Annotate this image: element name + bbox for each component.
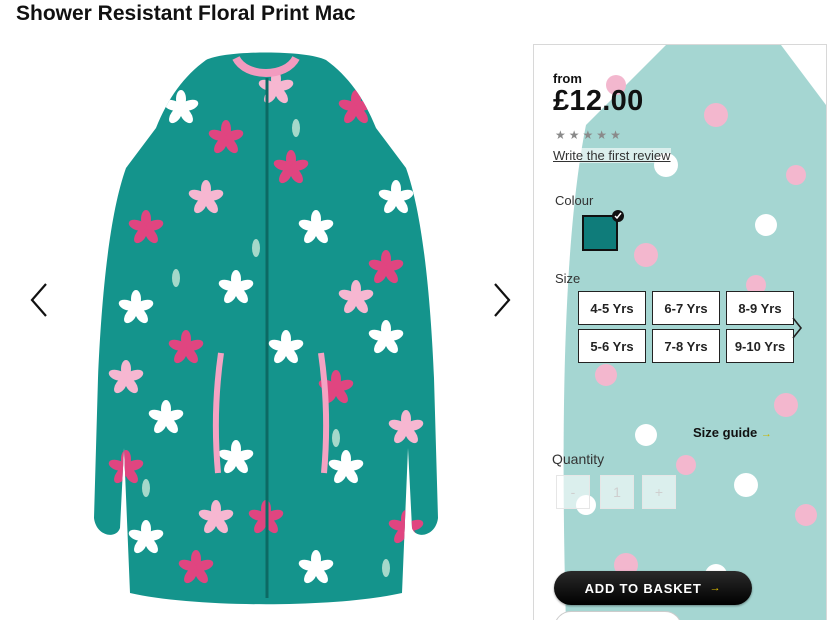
star-icon: ★	[555, 128, 566, 142]
rating-stars: ★ ★ ★ ★ ★	[555, 129, 621, 141]
product-gallery	[0, 40, 530, 619]
size-guide-link[interactable]: Size guide →	[693, 425, 772, 440]
add-to-basket-button[interactable]: ADD TO BASKET →	[554, 571, 752, 605]
star-icon: ★	[568, 128, 580, 142]
star-icon: ★	[610, 128, 621, 142]
quantity-input[interactable]: 1	[600, 475, 634, 509]
check-icon	[612, 210, 624, 222]
size-option-5-6[interactable]: 5-6 Yrs	[578, 329, 646, 363]
colour-swatch-teal[interactable]	[582, 215, 618, 251]
purchase-panel: from £12.00 ★ ★ ★ ★ ★ Write the first re…	[533, 44, 827, 620]
gallery-next-button[interactable]	[487, 278, 517, 322]
size-guide-label: Size guide	[693, 425, 758, 440]
size-option-4-5[interactable]: 4-5 Yrs	[578, 291, 646, 325]
arrow-right-icon: →	[760, 428, 772, 440]
quantity-increase-button[interactable]: +	[642, 475, 676, 509]
size-option-9-10[interactable]: 9-10 Yrs	[726, 329, 794, 363]
size-label: Size	[555, 271, 581, 286]
size-option-7-8[interactable]: 7-8 Yrs	[652, 329, 720, 363]
chevron-left-icon	[30, 283, 47, 317]
write-review-link[interactable]: Write the first review	[553, 148, 671, 163]
add-to-basket-label: ADD TO BASKET	[584, 580, 702, 596]
size-next-button[interactable]	[786, 313, 808, 343]
quantity-decrease-button[interactable]: -	[556, 475, 590, 509]
size-option-8-9[interactable]: 8-9 Yrs	[726, 291, 794, 325]
product-title: Shower Resistant Floral Print Mac	[16, 2, 356, 25]
quantity-label: Quantity	[552, 451, 605, 467]
product-price: £12.00	[553, 85, 644, 117]
product-image	[94, 52, 438, 605]
size-option-6-7[interactable]: 6-7 Yrs	[652, 291, 720, 325]
price-prefix: from	[553, 71, 582, 86]
chevron-right-icon	[494, 283, 511, 317]
chevron-right-icon	[792, 317, 803, 339]
arrow-right-icon: →	[709, 582, 722, 594]
size-options: 4-5 Yrs 6-7 Yrs 8-9 Yrs 5-6 Yrs 7-8 Yrs …	[578, 291, 818, 367]
star-icon: ★	[596, 128, 608, 142]
colour-label: Colour	[555, 193, 594, 208]
star-icon: ★	[582, 128, 594, 142]
gallery-prev-button[interactable]	[24, 278, 54, 322]
